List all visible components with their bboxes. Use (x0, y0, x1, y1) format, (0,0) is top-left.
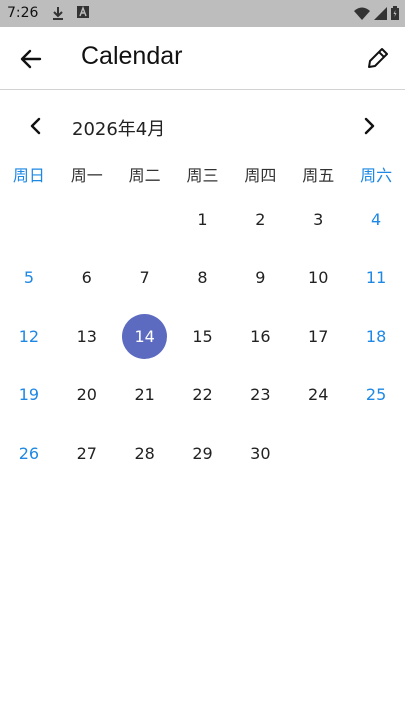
day-cell-selected[interactable]: 14 (116, 307, 174, 366)
day-number: 8 (197, 268, 208, 288)
day-cell[interactable]: 4 (347, 190, 405, 249)
status-bar: 7:26 (0, 0, 405, 27)
empty-day-cell (58, 190, 116, 249)
day-number: 29 (192, 443, 213, 463)
day-number: 25 (365, 385, 387, 405)
day-number: 27 (76, 443, 97, 463)
day-number: 19 (18, 385, 40, 405)
day-number: 12 (18, 326, 40, 346)
day-cell[interactable]: 11 (347, 249, 405, 308)
day-cell[interactable]: 6 (58, 249, 116, 308)
weekday-friday: 周五 (302, 166, 335, 185)
weekday-header: 周日 周一 周二 周三 周四 周五 周六 (0, 162, 405, 192)
day-number: 18 (365, 326, 387, 346)
chevron-right-icon (357, 114, 381, 138)
edit-button[interactable] (363, 43, 393, 73)
wifi-icon (354, 7, 370, 20)
day-number: 28 (134, 443, 155, 463)
day-cell[interactable]: 17 (289, 307, 347, 366)
battery-icon (391, 6, 399, 20)
day-number: 4 (370, 209, 382, 229)
day-number: 17 (308, 326, 329, 346)
app-bar: Calendar (0, 27, 405, 90)
day-number: 9 (255, 268, 266, 288)
day-cell[interactable]: 5 (0, 249, 58, 308)
a-badge-icon (77, 6, 89, 18)
weekday-tuesday: 周二 (128, 166, 161, 185)
day-cell[interactable]: 1 (174, 190, 232, 249)
page-title: Calendar (81, 42, 183, 70)
calendar-grid: 1 2 3 4 5 6 7 8 9 10 11 12 13 14 15 16 17 18 19 20 21 22 23 24 2… (0, 190, 405, 483)
previous-month-button[interactable] (24, 114, 48, 138)
day-cell[interactable]: 3 (289, 190, 347, 249)
day-number: 1 (197, 209, 208, 229)
day-cell[interactable]: 25 (347, 366, 405, 425)
arrow-left-icon (14, 44, 50, 74)
day-number: 26 (18, 443, 40, 463)
day-number: 16 (250, 326, 271, 346)
day-cell[interactable]: 21 (116, 366, 174, 425)
day-cell[interactable]: 29 (174, 424, 232, 483)
day-cell[interactable]: 13 (58, 307, 116, 366)
day-number: 30 (250, 443, 271, 463)
day-cell[interactable]: 22 (174, 366, 232, 425)
day-cell[interactable]: 24 (289, 366, 347, 425)
day-number: 3 (313, 209, 324, 229)
day-number: 2 (255, 209, 266, 229)
day-cell[interactable]: 2 (231, 190, 289, 249)
day-cell[interactable]: 27 (58, 424, 116, 483)
day-number: 5 (23, 268, 35, 288)
day-cell[interactable]: 16 (231, 307, 289, 366)
day-cell[interactable]: 30 (231, 424, 289, 483)
day-number: 24 (308, 385, 329, 405)
day-cell[interactable]: 12 (0, 307, 58, 366)
day-cell[interactable]: 10 (289, 249, 347, 308)
day-cell[interactable]: 26 (0, 424, 58, 483)
signal-icon (374, 6, 387, 20)
day-number: 14 (122, 313, 168, 359)
day-number: 6 (81, 268, 92, 288)
weekday-thursday: 周四 (244, 166, 277, 185)
day-number: 13 (76, 326, 97, 346)
next-month-button[interactable] (357, 114, 381, 138)
day-number: 23 (250, 385, 271, 405)
day-number: 15 (192, 326, 213, 346)
weekday-sunday: 周日 (12, 166, 45, 185)
month-navigation: 2026年4月 (0, 105, 405, 149)
download-icon (52, 6, 64, 20)
weekday-monday: 周一 (70, 166, 103, 185)
day-number: 22 (192, 385, 213, 405)
day-number: 10 (308, 268, 329, 288)
weekday-wednesday: 周三 (186, 166, 219, 185)
day-cell[interactable]: 7 (116, 249, 174, 308)
day-number: 7 (139, 268, 150, 288)
day-cell[interactable]: 19 (0, 366, 58, 425)
day-cell[interactable]: 9 (231, 249, 289, 308)
day-cell[interactable]: 15 (174, 307, 232, 366)
day-cell[interactable]: 20 (58, 366, 116, 425)
weekday-saturday: 周六 (360, 166, 393, 185)
day-cell[interactable]: 28 (116, 424, 174, 483)
empty-day-cell (0, 190, 58, 249)
day-number: 11 (365, 268, 387, 288)
month-label: 2026年4月 (72, 119, 166, 140)
empty-day-cell (116, 190, 174, 249)
pencil-icon (363, 43, 393, 73)
status-time: 7:26 (7, 5, 39, 21)
back-button[interactable] (14, 44, 50, 74)
chevron-left-icon (24, 114, 48, 138)
day-number: 20 (76, 385, 97, 405)
day-cell[interactable]: 18 (347, 307, 405, 366)
day-number: 21 (134, 385, 155, 405)
day-cell[interactable]: 23 (231, 366, 289, 425)
day-cell[interactable]: 8 (174, 249, 232, 308)
